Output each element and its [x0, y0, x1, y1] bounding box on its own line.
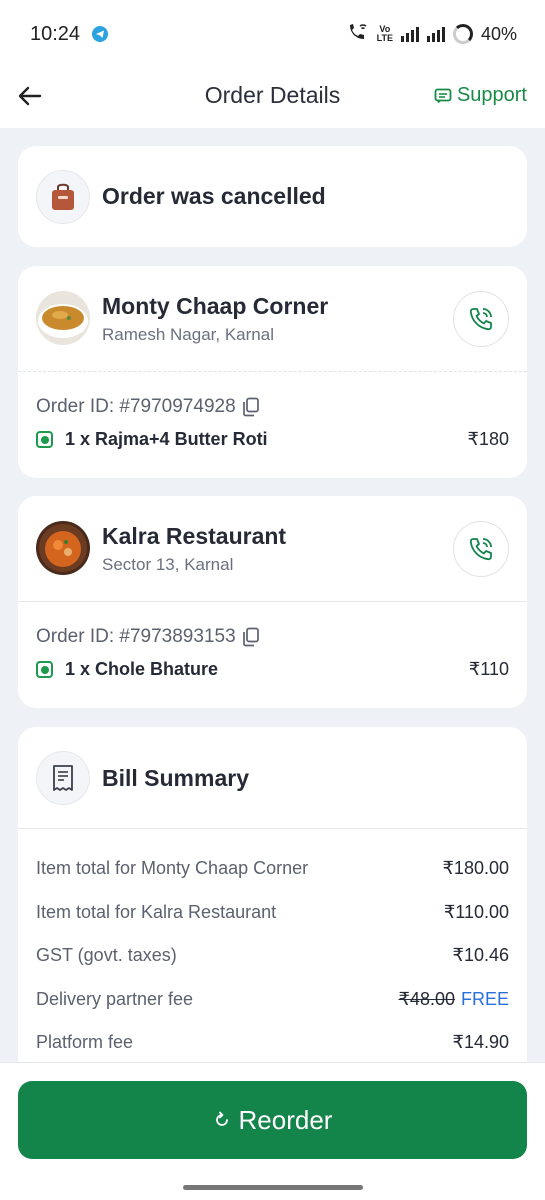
order-status-text: Order was cancelled: [102, 183, 326, 209]
battery-percent: 40%: [480, 23, 517, 44]
status-left: 10:24: [30, 22, 109, 46]
bill-title: Bill Summary: [102, 765, 249, 791]
status-bar: 10:24 Vo LTE 40%: [0, 0, 545, 68]
wifi-call-icon: [347, 23, 369, 46]
bill-row: Item total for Monty Chaap Corner ₹180.0…: [36, 847, 509, 891]
veg-icon: [36, 661, 53, 678]
volte-icon: Vo LTE: [377, 25, 393, 43]
order-id-row: Order ID: #7970974928: [36, 396, 260, 418]
order-id-row: Order ID: #7973893153: [36, 626, 260, 648]
item-name: 1 x Rajma+4 Butter Roti: [65, 429, 268, 449]
order-id: Order ID: #7973893153: [36, 626, 236, 647]
bill-value: ₹14.90: [452, 1032, 510, 1053]
restaurant-image: [36, 291, 90, 345]
item-price: ₹180: [467, 429, 509, 449]
free-label: FREE: [460, 988, 509, 1009]
phone-call-icon: [469, 308, 492, 331]
bill-value: ₹180.00: [442, 858, 509, 879]
item-price: ₹110: [468, 659, 509, 679]
bill-value-delivery: ₹48.00 FREE: [398, 989, 509, 1010]
restaurant-location: Ramesh Nagar, Karnal: [102, 325, 274, 344]
home-indicator[interactable]: [183, 1185, 363, 1190]
status-time: 10:24: [30, 22, 81, 45]
battery-icon: [452, 24, 473, 44]
cancelled-bag-icon: [36, 169, 90, 224]
bill-header: Bill Summary: [18, 727, 527, 829]
chat-icon: [434, 88, 452, 103]
item-name: 1 x Chole Bhature: [65, 659, 219, 679]
bill-value: ₹10.46: [452, 945, 510, 966]
bill-label: Item total for Monty Chaap Corner: [36, 858, 309, 879]
bill-row: Platform fee ₹14.90: [36, 1021, 509, 1065]
app-header: Order Details Support: [0, 68, 545, 128]
divider: [18, 371, 527, 372]
bill-row: GST (govt. taxes) ₹10.46: [36, 934, 509, 978]
phone-call-icon: [469, 538, 492, 561]
restaurant-name: Kalra Restaurant: [102, 523, 287, 549]
bill-label: Platform fee: [36, 1032, 134, 1053]
order-status-card: Order was cancelled: [18, 146, 527, 247]
receipt-icon: [36, 751, 90, 805]
order-item-row: 1 x Chole Bhature ₹110: [36, 659, 509, 680]
refresh-icon: [215, 1111, 228, 1126]
restaurant-header: Kalra Restaurant Sector 13, Karnal: [18, 496, 527, 602]
bill-value: ₹110.00: [443, 901, 509, 922]
bill-summary-card: Bill Summary Item total for Monty Chaap …: [18, 727, 527, 1107]
divider: [18, 601, 527, 602]
signal-icon-2: [426, 26, 445, 42]
bill-rows: Item total for Monty Chaap Corner ₹180.0…: [36, 847, 509, 1065]
restaurant-image: [36, 521, 90, 575]
back-button[interactable]: [16, 82, 44, 110]
reorder-label: Reorder: [238, 1104, 333, 1135]
order-item-left: 1 x Chole Bhature: [36, 659, 218, 680]
bill-row: Delivery partner fee ₹48.00 FREE: [36, 978, 509, 1022]
volte-bottom-label: LTE: [376, 33, 393, 43]
divider: [18, 828, 527, 829]
original-fee: ₹48.00: [398, 988, 455, 1009]
call-button[interactable]: [453, 521, 509, 577]
support-button[interactable]: Support: [434, 84, 527, 107]
call-button[interactable]: [453, 291, 509, 347]
bill-label: GST (govt. taxes): [36, 945, 177, 966]
order-id: Order ID: #7970974928: [36, 396, 236, 417]
restaurant-location: Sector 13, Karnal: [102, 555, 234, 574]
bill-row: Item total for Kalra Restaurant ₹110.00: [36, 891, 509, 935]
back-arrow-icon: [18, 86, 42, 106]
restaurant-card: Kalra Restaurant Sector 13, Karnal Order…: [18, 496, 527, 708]
order-item-row: 1 x Rajma+4 Butter Roti ₹180: [36, 429, 509, 450]
restaurant-header: Monty Chaap Corner Ramesh Nagar, Karnal: [18, 266, 527, 372]
copy-icon[interactable]: [242, 397, 260, 417]
bottom-bar: Reorder: [0, 1062, 545, 1200]
signal-icon-1: [400, 26, 419, 42]
reorder-button[interactable]: Reorder: [18, 1081, 527, 1159]
bill-label: Delivery partner fee: [36, 988, 194, 1009]
telegram-icon: [92, 26, 109, 42]
status-right: Vo LTE 40%: [347, 23, 517, 46]
restaurant-name: Monty Chaap Corner: [102, 293, 329, 319]
support-label: Support: [456, 84, 527, 106]
bill-label: Item total for Kalra Restaurant: [36, 901, 277, 922]
veg-icon: [36, 431, 53, 448]
order-item-left: 1 x Rajma+4 Butter Roti: [36, 429, 268, 450]
restaurant-card: Monty Chaap Corner Ramesh Nagar, Karnal …: [18, 266, 527, 478]
copy-icon[interactable]: [242, 627, 260, 647]
